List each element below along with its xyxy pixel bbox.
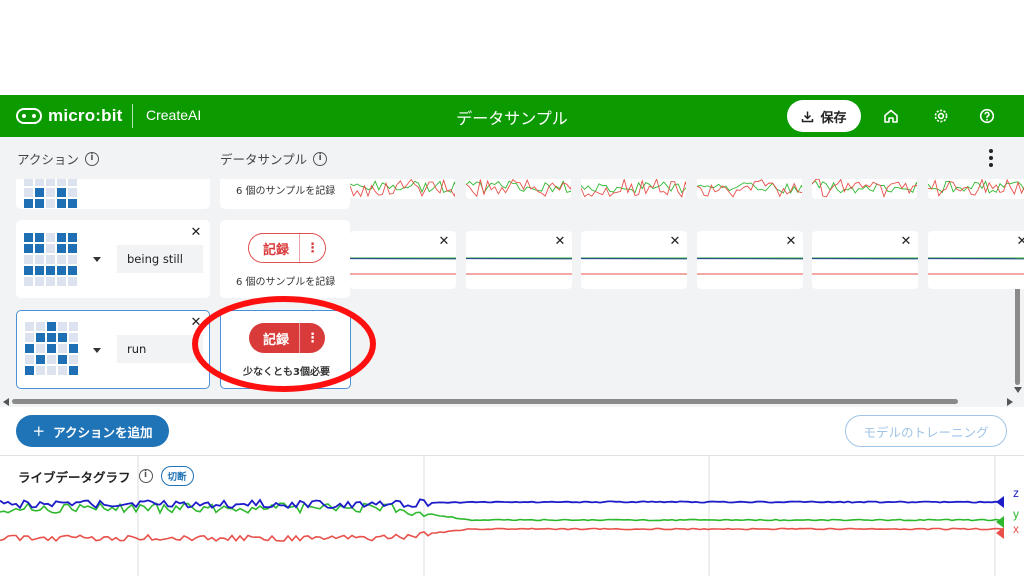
data-sample-thumbnail[interactable]: ✕	[928, 231, 1024, 289]
sample-count-text: 6 個のサンプルを記録	[236, 186, 336, 197]
add-action-label: アクションを追加	[53, 424, 153, 440]
record-card: 6 個のサンプルを記録	[220, 179, 350, 209]
action-card[interactable]	[16, 179, 210, 209]
actions-column-label: アクション	[17, 152, 79, 167]
horizontal-scroll-thumb[interactable]	[12, 399, 958, 404]
data-sample-thumbnail[interactable]: ✕	[581, 231, 687, 289]
action-card-selected[interactable]: run ✕	[16, 310, 210, 389]
scroll-left-arrow-icon[interactable]	[3, 398, 9, 406]
settings-gear-icon[interactable]	[929, 104, 953, 128]
chevron-down-icon[interactable]	[93, 257, 101, 262]
brand-name: micro:bit	[48, 106, 123, 125]
highlight-ellipse	[192, 296, 376, 392]
record-options-icon[interactable]: ⋮	[299, 234, 325, 262]
app-root: micro:bit CreateAI データサンプル 保存 アクション i デー…	[0, 0, 1024, 576]
save-label: 保存	[820, 110, 847, 126]
data-sample-thumbnail[interactable]: ✕	[466, 231, 572, 289]
logo-divider	[132, 104, 133, 128]
data-sample-thumbnail[interactable]	[350, 179, 455, 199]
scroll-right-arrow-icon[interactable]	[1007, 398, 1013, 406]
z-axis-label: z	[1013, 486, 1019, 500]
x-axis-label: x	[1013, 522, 1019, 536]
delete-sample-icon[interactable]: ✕	[438, 235, 450, 248]
led-pattern-icon[interactable]	[24, 233, 77, 286]
save-button[interactable]: 保存	[787, 100, 861, 132]
action-list[interactable]: 6 個のサンプルを記録 being still ✕ 記録 ⋮ 6 個のサンプルを…	[0, 179, 1024, 397]
microbit-logo[interactable]: micro:bit	[16, 106, 123, 126]
data-sample-thumbnail[interactable]	[928, 179, 1024, 199]
samples-column-header: データサンプル i	[220, 149, 328, 168]
horizontal-scrollbar[interactable]	[0, 397, 1024, 407]
column-header-bar: アクション i データサンプル i	[0, 137, 1024, 179]
scroll-down-arrow-icon[interactable]	[1014, 387, 1022, 393]
chevron-down-icon[interactable]	[93, 348, 101, 353]
help-icon[interactable]	[975, 104, 999, 128]
data-sample-thumbnail[interactable]: ✕	[350, 231, 456, 289]
microbit-face-icon	[16, 108, 42, 124]
live-graph-header: ライブデータグラフ i 切断	[18, 466, 194, 486]
action-name-input[interactable]: being still	[117, 245, 203, 273]
delete-sample-icon[interactable]: ✕	[900, 235, 912, 248]
info-icon[interactable]: i	[138, 469, 153, 483]
disconnect-button[interactable]: 切断	[160, 466, 194, 486]
led-pattern-icon[interactable]	[24, 179, 77, 208]
record-button[interactable]: 記録 ⋮	[248, 233, 327, 263]
actions-column-header: アクション i	[17, 149, 99, 168]
sample-count-text: 6 個のサンプルを記録	[236, 277, 336, 288]
plus-icon: +	[32, 422, 46, 440]
delete-sample-icon[interactable]: ✕	[785, 235, 797, 248]
top-bar: micro:bit CreateAI データサンプル 保存	[0, 95, 1024, 137]
info-icon[interactable]: i	[84, 151, 99, 166]
data-sample-thumbnail[interactable]	[466, 179, 571, 199]
product-name: CreateAI	[146, 107, 202, 123]
data-sample-thumbnail[interactable]	[581, 179, 686, 199]
home-icon[interactable]	[879, 104, 903, 128]
train-model-button[interactable]: モデルのトレーニング	[845, 415, 1007, 447]
delete-sample-icon[interactable]: ✕	[554, 235, 566, 248]
add-action-button[interactable]: + アクションを追加	[16, 415, 169, 447]
download-icon	[802, 111, 814, 122]
info-icon[interactable]: i	[313, 151, 328, 166]
data-sample-thumbnail[interactable]: ✕	[697, 231, 803, 289]
live-graph-title: ライブデータグラフ	[18, 469, 131, 485]
y-axis-label: y	[1013, 507, 1019, 521]
more-options-icon[interactable]	[983, 148, 999, 168]
record-card: 記録 ⋮ 6 個のサンプルを記録	[220, 220, 350, 298]
delete-action-icon[interactable]: ✕	[190, 226, 202, 239]
data-sample-thumbnail[interactable]	[697, 179, 802, 199]
record-label: 記録	[263, 242, 290, 258]
samples-column-label: データサンプル	[220, 152, 308, 167]
led-pattern-icon[interactable]	[25, 322, 78, 375]
delete-sample-icon[interactable]: ✕	[669, 235, 681, 248]
data-sample-thumbnail[interactable]	[812, 179, 917, 199]
delete-sample-icon[interactable]: ✕	[1016, 235, 1024, 248]
data-sample-thumbnail[interactable]: ✕	[812, 231, 918, 289]
action-card[interactable]: being still ✕	[16, 220, 210, 298]
